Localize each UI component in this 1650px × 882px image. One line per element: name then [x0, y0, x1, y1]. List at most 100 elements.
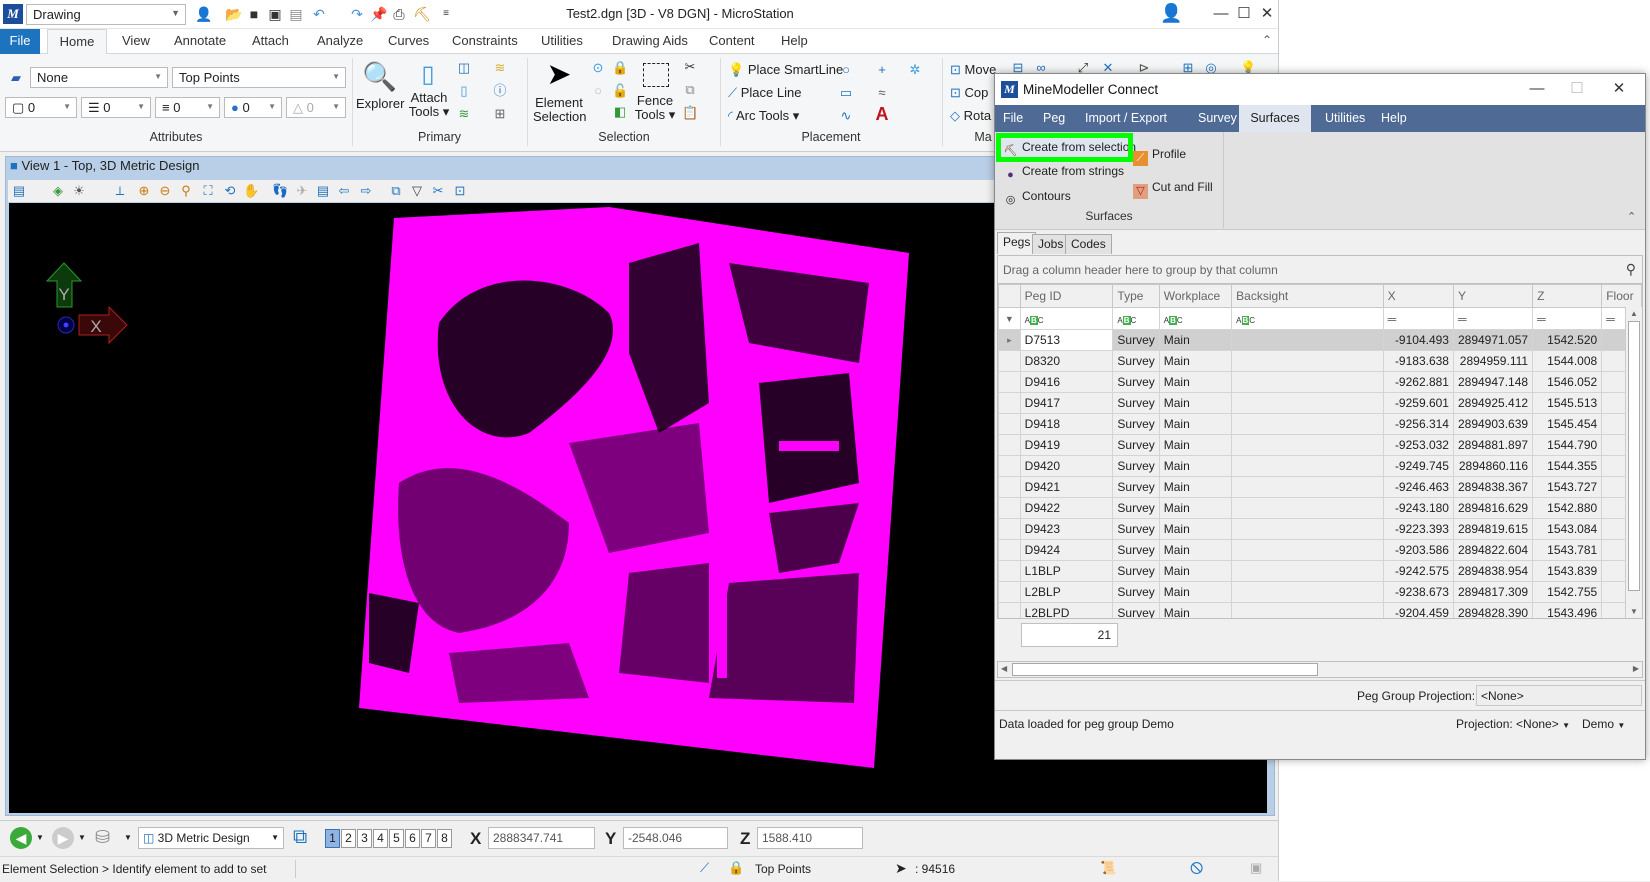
column-header-type[interactable]: Type — [1112, 284, 1160, 308]
cell-type[interactable]: Survey — [1112, 371, 1160, 393]
print-icon[interactable]: ⎙ — [390, 5, 408, 23]
cell-y[interactable]: 2894881.897 — [1452, 434, 1534, 456]
cell-workplace[interactable]: Main — [1158, 329, 1233, 351]
row-indicator[interactable] — [998, 392, 1021, 414]
row-indicator[interactable] — [998, 602, 1021, 618]
cell-backsight[interactable] — [1231, 518, 1384, 540]
workflow-select[interactable]: Drawing ▼ — [26, 4, 186, 25]
cell-backsight[interactable] — [1231, 371, 1384, 393]
open-icon[interactable]: 📂 — [225, 5, 243, 23]
cell-type[interactable]: Survey — [1112, 581, 1160, 603]
cell-y[interactable]: 2894822.604 — [1452, 539, 1534, 561]
mm-menu-survey[interactable]: Survey — [1190, 105, 1245, 132]
cell-workplace[interactable]: Main — [1158, 602, 1233, 618]
tab-annotate[interactable]: Annotate — [170, 29, 230, 54]
cell-x[interactable]: -9259.601 — [1382, 392, 1454, 414]
display-style-icon[interactable]: ◈ — [50, 183, 66, 199]
cell-backsight[interactable] — [1231, 539, 1384, 561]
cell-peg-id[interactable]: D8320 — [1019, 350, 1114, 372]
tab-curves[interactable]: Curves — [384, 29, 433, 54]
level-display-icon[interactable]: ▰ — [8, 70, 24, 86]
mm-menu-surfaces[interactable]: Surfaces — [1239, 105, 1311, 132]
clip-mask-icon[interactable]: ✂ — [430, 183, 446, 199]
column-header-workplace[interactable]: Workplace — [1158, 284, 1233, 308]
row-indicator[interactable] — [998, 350, 1021, 372]
attach-tools-button[interactable]: Attach Tools ▾ — [408, 91, 450, 119]
row-indicator[interactable] — [998, 539, 1021, 561]
cell-peg-id[interactable]: D9419 — [1019, 434, 1114, 456]
cell-x[interactable]: -9253.032 — [1382, 434, 1454, 456]
tab-help[interactable]: Help — [777, 29, 812, 54]
maximize-button[interactable]: ☐ — [1233, 3, 1255, 25]
view-3-button[interactable]: 3 — [357, 829, 372, 848]
cell-x[interactable]: -9242.575 — [1382, 560, 1454, 582]
cell-y[interactable]: 2894947.148 — [1452, 371, 1534, 393]
view-groups-icon[interactable]: ⧉ — [293, 826, 307, 849]
priority-select[interactable]: △ 0 ▼ — [286, 97, 346, 118]
clip-volume-icon[interactable]: ▽ — [409, 183, 425, 199]
y-coordinate-input[interactable]: -2548.046 — [623, 827, 728, 849]
rotate-view-icon[interactable]: ⟲ — [222, 183, 238, 199]
mm-menu-peg[interactable]: Peg — [1035, 105, 1073, 132]
row-indicator[interactable] — [998, 371, 1021, 393]
cell-backsight[interactable] — [1231, 413, 1384, 435]
clear-selection-icon[interactable]: ○ — [590, 83, 606, 99]
cell-x[interactable]: -9262.881 — [1382, 371, 1454, 393]
element-selection-button[interactable]: Element Selection — [533, 96, 586, 124]
table-row[interactable]: D8320 Survey Main -9183.638 2894959.111 1544.… — [998, 350, 1642, 372]
filter-y[interactable]: ═ — [1452, 307, 1534, 330]
cell-y[interactable]: 2894959.111 — [1452, 350, 1534, 372]
level-select[interactable]: None ▼ — [30, 67, 168, 88]
lighting-icon[interactable]: ☀ — [71, 183, 87, 199]
cell-z[interactable]: 1543.084 — [1532, 518, 1603, 540]
place-smartline-button[interactable]: 💡 Place SmartLine — [728, 62, 843, 78]
cell-x[interactable]: -9104.493 — [1382, 329, 1454, 351]
cell-backsight[interactable] — [1231, 602, 1384, 618]
minimize-button[interactable]: — — [1210, 3, 1232, 25]
cell-type[interactable]: Survey — [1112, 560, 1160, 582]
cell-workplace[interactable]: Main — [1158, 581, 1233, 603]
tab-content[interactable]: Content — [705, 29, 759, 54]
lock-icon[interactable]: 🔒 — [728, 860, 744, 876]
element-selection-icon[interactable]: ➤ — [545, 58, 573, 92]
mm-close-button[interactable]: ✕ — [1607, 78, 1631, 100]
table-row[interactable]: L1BLP Survey Main -9242.575 2894838.954 1543.… — [998, 560, 1642, 582]
cell-workplace[interactable]: Main — [1158, 392, 1233, 414]
line-style-select[interactable]: ☰ 0 ▼ — [81, 97, 151, 118]
cell-backsight[interactable] — [1231, 560, 1384, 582]
cell-peg-id[interactable]: D9424 — [1019, 539, 1114, 561]
section-icon[interactable]: ⊡ — [452, 183, 468, 199]
vertical-scrollbar[interactable]: ▲ ▼ — [1625, 307, 1642, 618]
cell-z[interactable]: 1546.052 — [1532, 371, 1603, 393]
cell-type[interactable]: Survey — [1112, 413, 1160, 435]
lock-icon[interactable]: 🔒 — [612, 60, 628, 76]
cut-icon[interactable]: ✂ — [682, 59, 698, 75]
view-5-button[interactable]: 5 — [389, 829, 404, 848]
fence-icon[interactable] — [643, 63, 669, 87]
table-row[interactable]: D9423 Survey Main -9223.393 2894819.615 1543.… — [998, 518, 1642, 540]
tab-jobs[interactable]: Jobs — [1032, 234, 1070, 254]
save-settings-icon[interactable]: ▣ — [266, 5, 284, 23]
walk-icon[interactable]: 👣 — [272, 183, 288, 199]
table-row[interactable]: D9418 Survey Main -9256.314 2894903.639 1545.… — [998, 413, 1642, 435]
key-in-icon[interactable]: ⊞ — [492, 106, 508, 122]
pan-view-icon[interactable]: ✋ — [243, 183, 259, 199]
cell-workplace[interactable]: Main — [1158, 434, 1233, 456]
cell-y[interactable]: 2894819.615 — [1452, 518, 1534, 540]
zoom-out-icon[interactable]: ⊖ — [157, 183, 173, 199]
chevron-down-icon[interactable]: ▼ — [124, 833, 132, 842]
cell-peg-id[interactable]: D9420 — [1019, 455, 1114, 477]
view-previous-icon[interactable]: ▤ — [315, 183, 331, 199]
cell-backsight[interactable] — [1231, 455, 1384, 477]
cell-y[interactable]: 2894925.412 — [1452, 392, 1534, 414]
cell-x[interactable]: -9238.673 — [1382, 581, 1454, 603]
cell-workplace[interactable]: Main — [1158, 413, 1233, 435]
cell-peg-id[interactable]: D7513 — [1019, 329, 1114, 351]
peg-group-dropdown[interactable]: Demo ▼ — [1582, 717, 1625, 731]
model-history-icon[interactable]: ⛁ — [95, 827, 110, 848]
cell-z[interactable]: 1543.727 — [1532, 476, 1603, 498]
message-center-icon[interactable]: 📜 — [1100, 860, 1116, 876]
copy-view-icon[interactable]: ⧉ — [388, 183, 404, 199]
table-row[interactable]: L2BLPD Survey Main -9204.459 2894828.390 1543… — [998, 602, 1642, 618]
cell-z[interactable]: 1544.355 — [1532, 455, 1603, 477]
